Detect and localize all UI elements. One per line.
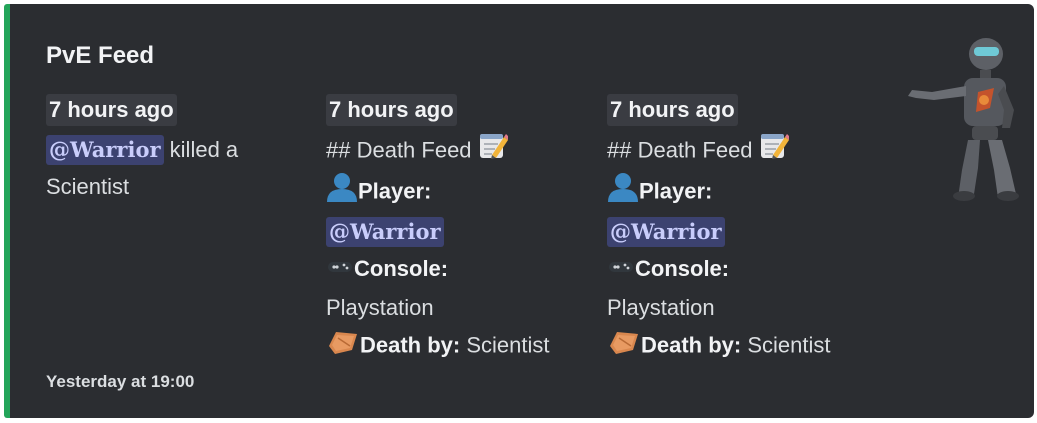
- user-mention[interactable]: @Warrior: [46, 135, 164, 165]
- gamepad-icon: [326, 252, 354, 289]
- console-value: Playstation: [326, 294, 434, 320]
- coffin-icon: [607, 326, 641, 367]
- memo-icon: [759, 131, 790, 172]
- user-mention[interactable]: @Warrior: [326, 217, 444, 247]
- field-value: ## Death Feed Player: @Warrior Console: …: [326, 131, 606, 367]
- death-value: Scientist: [747, 332, 831, 357]
- embed-field: 7 hours ago ## Death Feed Player: @Warri…: [607, 94, 887, 367]
- gamepad-icon: [607, 252, 635, 289]
- field-name: 7 hours ago: [46, 94, 177, 126]
- field-text: Scientist: [46, 174, 130, 199]
- field-value: @Warrior killed a Scientist: [46, 131, 326, 205]
- user-mention[interactable]: @Warrior: [607, 217, 725, 247]
- field-value: ## Death Feed Player: @Warrior Console: …: [607, 131, 887, 367]
- console-value: Playstation: [607, 294, 715, 320]
- field-name: 7 hours ago: [326, 94, 457, 126]
- console-label: Console:: [635, 256, 730, 281]
- death-feed-heading: ## Death Feed: [326, 137, 472, 163]
- death-value: Scientist: [466, 332, 550, 357]
- console-label: Console:: [354, 256, 449, 281]
- embed-card: PvE Feed 7 hours ago @Warrior killed a S…: [4, 4, 1034, 418]
- embed-footer-timestamp: Yesterday at 19:00: [46, 372, 195, 391]
- bust-icon: [326, 172, 358, 213]
- embed-field: 7 hours ago @Warrior killed a Scientist: [46, 94, 326, 205]
- player-label: Player:: [639, 178, 713, 204]
- field-text: killed a: [169, 137, 239, 162]
- player-label: Player:: [358, 178, 432, 204]
- robot-icon[interactable]: [902, 32, 1028, 204]
- embed-field: 7 hours ago ## Death Feed Player: @Warri…: [326, 94, 606, 367]
- memo-icon: [478, 131, 509, 172]
- death-feed-heading: ## Death Feed: [607, 137, 753, 163]
- embed-title: PvE Feed: [46, 42, 155, 69]
- bust-icon: [607, 172, 639, 213]
- death-label: Death by:: [641, 332, 742, 357]
- coffin-icon: [326, 326, 360, 367]
- field-name: 7 hours ago: [607, 94, 738, 126]
- death-label: Death by:: [360, 332, 461, 357]
